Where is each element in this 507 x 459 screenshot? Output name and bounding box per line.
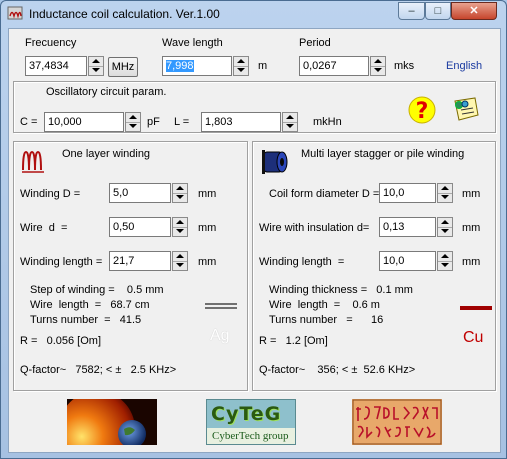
inductance-unit: mkHn (313, 116, 342, 128)
frequency-unit-button[interactable]: MHz (108, 57, 138, 77)
single-turns-number: Turns number = 41.5 (30, 314, 142, 326)
coil-form-label: Coil form diameter D = (269, 188, 380, 200)
multi-wire-length: Wire length = 0.6 m (269, 299, 380, 311)
single-layer-panel: One layer winding Winding D = 5,0 mm Wir… (13, 141, 248, 391)
winding-length-label: Winding length = (20, 256, 103, 268)
capacitance-label: C = (20, 116, 38, 128)
language-link[interactable]: English (446, 60, 482, 72)
wire-d-input[interactable]: 0,50 (109, 217, 171, 237)
single-q-factor: Q-factor~ 7582; < ± 2.5 KHz> (20, 364, 177, 376)
winding-thickness: Winding thickness = 0.1 mm (269, 284, 413, 296)
logo-subtitle: CyberTech group (212, 430, 289, 442)
multi-winding-length-spinner[interactable] (437, 251, 453, 271)
winding-d-unit: mm (198, 188, 217, 200)
silver-material-label: Ag (210, 327, 230, 344)
app-icon (7, 6, 23, 20)
app-window: Inductance coil calculation. Ver.1.00 – … (0, 0, 507, 459)
wavelength-value: 7,998 (166, 60, 194, 72)
single-wire-length: Wire length = 68.7 cm (30, 299, 150, 311)
wire-d-spinner[interactable] (172, 217, 188, 237)
multi-coil-icon (262, 150, 288, 174)
multi-layer-panel: Multi layer stagger or pile winding Coil… (252, 141, 496, 391)
client-area: Frecuency 37,4834 MHz Wave length 7,998 … (8, 28, 501, 453)
period-spinner[interactable] (370, 56, 386, 76)
period-label: Period (299, 37, 331, 49)
wire-d-label: Wire d = (20, 222, 68, 234)
capacitance-input[interactable]: 10,000 (44, 112, 124, 132)
wavelength-spinner[interactable] (233, 56, 249, 76)
wire-insulation-unit: mm (462, 222, 481, 234)
wire-symbol-line (205, 307, 237, 309)
copper-material-label: Cu (463, 329, 484, 346)
single-coil-icon (22, 150, 44, 173)
svg-text:?: ? (416, 99, 429, 124)
wavelength-unit: m (258, 60, 268, 72)
inductance-spinner[interactable] (282, 112, 298, 132)
multi-title: Multi layer stagger or pile winding (301, 148, 465, 160)
copper-wire-symbol (460, 306, 492, 310)
frequency-spinner[interactable] (88, 56, 104, 76)
wire-insulation-input[interactable]: 0,13 (379, 217, 436, 237)
single-title: One layer winding (62, 148, 151, 160)
minimize-button[interactable]: – (398, 2, 425, 20)
wire-symbol-line (205, 303, 237, 305)
coil-form-spinner[interactable] (437, 183, 453, 203)
wire-d-unit: mm (198, 222, 217, 234)
cyteg-logo: CyTeG CyberTech group (206, 399, 296, 445)
coil-form-unit: mm (462, 188, 481, 200)
logo-name: CyTeG (211, 403, 282, 425)
sun-earth-image (67, 399, 157, 445)
step-of-winding: Step of winding = 0.5 mm (30, 284, 164, 296)
wire-insulation-spinner[interactable] (437, 217, 453, 237)
scroll-info-icon[interactable] (451, 95, 481, 123)
winding-length-unit: mm (198, 256, 217, 268)
inductance-input[interactable]: 1,803 (201, 112, 281, 132)
capacitance-spinner[interactable] (125, 112, 141, 132)
wavelength-input[interactable]: 7,998 (162, 56, 232, 76)
multi-winding-length-label: Winding length = (259, 256, 345, 268)
winding-length-input[interactable]: 21,7 (109, 251, 171, 271)
frequency-input[interactable]: 37,4834 (25, 56, 87, 76)
window-title: Inductance coil calculation. Ver.1.00 (29, 7, 220, 21)
close-button[interactable]: ✕ (451, 2, 497, 20)
title-bar[interactable]: Inductance coil calculation. Ver.1.00 – … (1, 1, 506, 25)
multi-turns-number: Turns number = 16 (269, 314, 384, 326)
winding-length-spinner[interactable] (172, 251, 188, 271)
ancient-script-image (352, 399, 442, 445)
wire-insulation-label: Wire with insulation d= (259, 222, 370, 234)
inductance-label: L = (174, 116, 190, 128)
winding-d-input[interactable]: 5,0 (109, 183, 171, 203)
multi-q-factor: Q-factor~ 356; < ± 52.6 KHz> (259, 364, 416, 376)
winding-d-spinner[interactable] (172, 183, 188, 203)
help-icon[interactable]: ? (408, 95, 436, 125)
period-input[interactable]: 0,0267 (299, 56, 369, 76)
single-resistance: R = 0.056 [Om] (20, 335, 102, 347)
oscillatory-panel: Oscillatory circuit param. C = 10,000 pF… (13, 81, 496, 133)
multi-winding-length-input[interactable]: 10,0 (379, 251, 436, 271)
coil-form-input[interactable]: 10,0 (379, 183, 436, 203)
period-unit: mks (394, 60, 415, 72)
multi-winding-length-unit: mm (462, 256, 481, 268)
frequency-label: Frecuency (25, 37, 77, 49)
winding-d-label: Winding D = (20, 188, 81, 200)
multi-resistance: R = 1.2 [Om] (259, 335, 328, 347)
capacitance-unit: pF (147, 116, 160, 128)
restore-button[interactable]: □ (425, 2, 451, 20)
oscillatory-title: Oscillatory circuit param. (46, 86, 167, 98)
wavelength-label: Wave length (162, 37, 223, 49)
